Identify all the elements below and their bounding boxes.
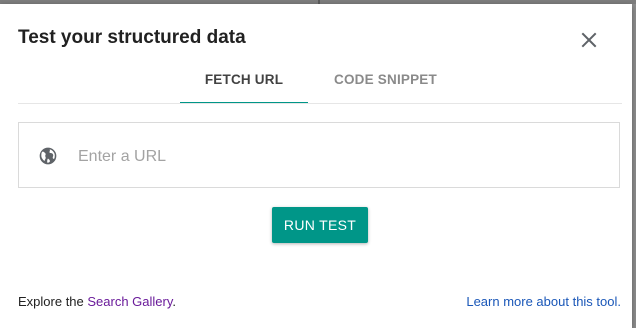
tab-divider	[18, 103, 622, 104]
explore-prefix: Explore the	[18, 294, 88, 309]
structured-data-dialog: Test your structured data FETCH URL CODE…	[0, 4, 632, 328]
search-gallery-link[interactable]: Search Gallery	[87, 294, 172, 309]
run-test-button[interactable]: RUN TEST	[272, 207, 368, 243]
tab-code-snippet[interactable]: CODE SNIPPET	[318, 64, 453, 104]
url-input[interactable]	[76, 141, 600, 173]
learn-more-link[interactable]: Learn more about this tool.	[466, 294, 621, 309]
tab-fetch-url[interactable]: FETCH URL	[180, 64, 308, 104]
url-field-container	[18, 122, 620, 188]
close-icon[interactable]	[577, 28, 601, 52]
explore-text: Explore the Search Gallery.	[18, 294, 176, 309]
explore-suffix: .	[172, 294, 177, 309]
globe-icon	[38, 146, 58, 166]
dialog-title: Test your structured data	[18, 27, 246, 48]
